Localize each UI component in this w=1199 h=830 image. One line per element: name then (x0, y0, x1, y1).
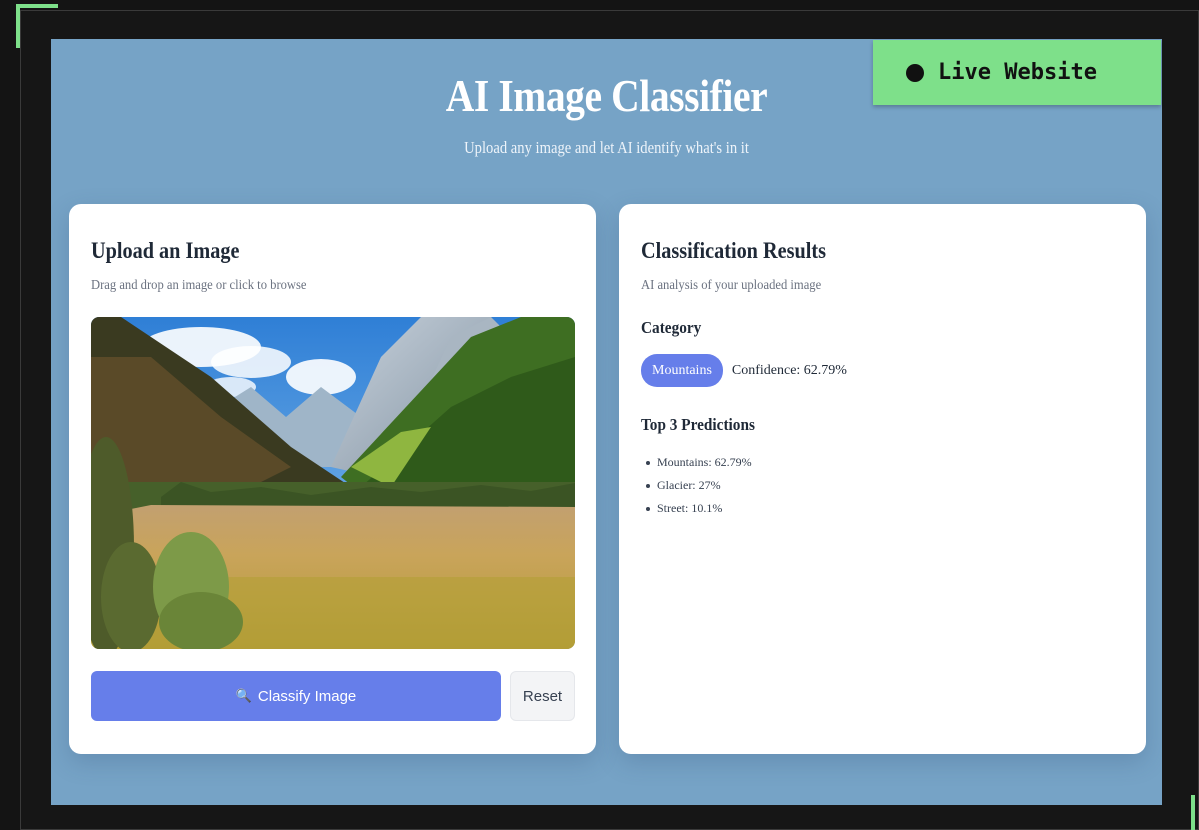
uploaded-image-preview[interactable] (91, 317, 575, 649)
bullet-icon (646, 483, 650, 488)
prediction-text: Glacier: 27% (657, 478, 721, 492)
list-item: Glacier: 27% (641, 474, 752, 497)
upload-card: Upload an Image Drag and drop an image o… (69, 204, 596, 754)
live-website-label: Live Website (938, 60, 1097, 85)
list-item: Mountains: 62.79% (641, 451, 752, 474)
list-item: Street: 10.1% (641, 497, 752, 520)
results-card: Classification Results AI analysis of yo… (619, 204, 1146, 754)
landscape-image (91, 317, 575, 649)
predictions-heading: Top 3 Predictions (641, 415, 755, 434)
predictions-list: Mountains: 62.79% Glacier: 27% Street: 1… (641, 451, 752, 520)
prediction-text: Mountains: 62.79% (657, 455, 752, 469)
category-heading: Category (641, 318, 702, 337)
category-badge: Mountains (641, 354, 723, 387)
results-description: AI analysis of your uploaded image (641, 278, 822, 293)
reset-button[interactable]: Reset (510, 671, 575, 721)
page-subtitle: Upload any image and let AI identify wha… (464, 138, 749, 157)
confidence-text: Confidence: 62.79% (731, 362, 847, 378)
upload-title: Upload an Image (91, 238, 240, 263)
bullet-icon (646, 460, 650, 465)
upload-description: Drag and drop an image or click to brows… (91, 278, 307, 293)
status-dot-icon (906, 63, 924, 82)
category-row: Mountains Confidence: 62.79% (641, 354, 847, 387)
frame-corner-accent-bottom (1191, 795, 1195, 830)
classify-button-label: Classify Image (257, 687, 357, 705)
app-page: AI Image Classifier Upload any image and… (51, 39, 1162, 805)
magnifier-icon: 🔍 (235, 688, 252, 703)
bullet-icon (646, 506, 650, 511)
classify-image-button[interactable]: 🔍 Classify Image (91, 671, 501, 721)
prediction-text: Street: 10.1% (657, 501, 723, 515)
results-title: Classification Results (641, 238, 826, 263)
live-website-badge[interactable]: Live Website (873, 40, 1161, 105)
